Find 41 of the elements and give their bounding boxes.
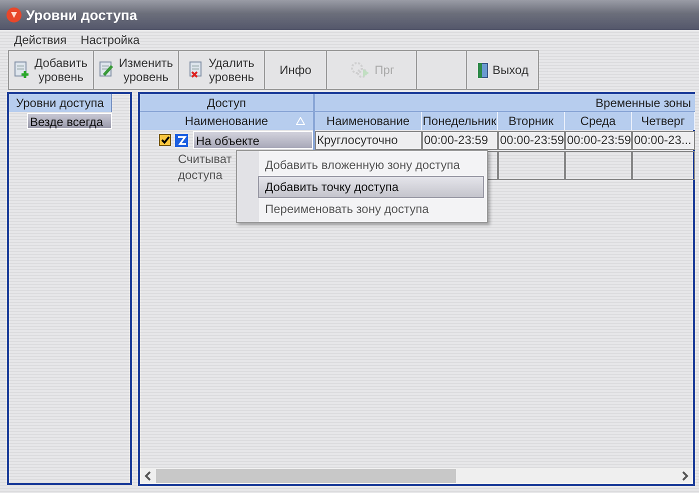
column-header: Уровни доступа (9, 94, 112, 112)
table-cell: 00:00-23:59 (422, 131, 498, 150)
toolbar-button[interactable]: Изменить уровень (94, 50, 179, 90)
toolbar-button[interactable]: Добавить уровень (9, 50, 94, 90)
toolbar-button[interactable]: Инфо (265, 50, 327, 90)
checkbox[interactable] (159, 134, 171, 146)
table-cell: 00:00-23... (632, 131, 695, 150)
empty-cell (632, 151, 695, 180)
tree-node[interactable]: На объекте (193, 131, 313, 149)
empty-cell (565, 151, 632, 180)
app-logo-icon (6, 7, 22, 23)
empty-cell (498, 151, 565, 180)
group-header: Временные зоны (315, 94, 695, 112)
menu-item[interactable]: Переименовать зону доступа (258, 198, 484, 220)
column-header[interactable]: Понедельник (422, 112, 498, 130)
list-item[interactable]: Везде всегда (27, 113, 112, 129)
column-header[interactable]: Вторник (498, 112, 565, 130)
table-cell: Круглосуточно (315, 131, 422, 150)
zone-icon (175, 134, 188, 146)
scroll-right-icon[interactable] (681, 471, 689, 481)
toolbar-button[interactable]: Выход (467, 50, 539, 90)
group-header: Доступ (140, 94, 313, 112)
scrollbar-thumb[interactable] (156, 469, 456, 483)
column-header[interactable]: Наименование (140, 112, 313, 130)
column-header[interactable]: Наименование (315, 112, 422, 130)
gears-icon (348, 61, 371, 79)
menu-item[interactable]: Настройка (80, 31, 140, 49)
window-title: Уровни доступа (26, 6, 138, 25)
table-cell: 00:00-23:59 (565, 131, 632, 150)
menu-item[interactable]: Действия (14, 31, 67, 49)
column-header[interactable]: Четверг (632, 112, 695, 130)
door-icon (476, 62, 489, 78)
table-cell: 00:00-23:59 (498, 131, 565, 150)
document-pencil-icon (98, 61, 115, 79)
menu-item[interactable]: Добавить вложенную зону доступа (258, 154, 484, 176)
scroll-left-icon[interactable] (144, 471, 152, 481)
sort-arrow-icon (296, 117, 305, 125)
document-plus-icon (14, 61, 30, 79)
toolbar-button[interactable]: Удалить уровень (179, 50, 265, 90)
column-header[interactable]: Среда (565, 112, 632, 130)
menu-item[interactable]: Добавить точку доступа (258, 176, 484, 198)
